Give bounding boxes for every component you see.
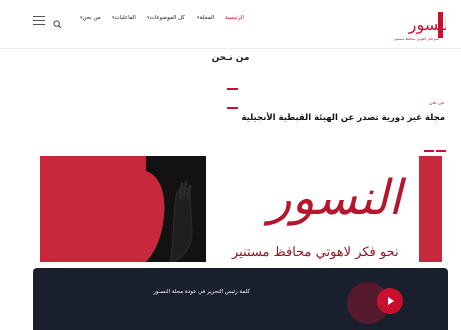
page-title: من نـحن	[211, 53, 250, 63]
nav-item-home[interactable]: الرئيسية	[225, 15, 244, 21]
nav-item-events[interactable]: الفاعليات▾	[110, 15, 136, 21]
nav-item-magazine[interactable]: المجلة▾	[195, 15, 214, 21]
banner-praying-figure	[146, 156, 206, 262]
video-title: كلمة رئيس التحرير في عودة مجلة النسـور	[153, 289, 250, 295]
section-kicker[interactable]: من نحن	[429, 101, 444, 106]
site-header: من نحن▾ الفاعليات▾ كل الموضوعات▾ المجلة▾…	[0, 0, 461, 49]
play-icon[interactable]	[377, 288, 403, 314]
hamburger-menu-icon[interactable]	[33, 16, 45, 26]
heading-underline	[424, 137, 448, 152]
nav-item-about[interactable]: من نحن▾	[78, 15, 101, 21]
praying-figure-icon	[146, 171, 193, 262]
banner-caption: نحو فكر لاهوتي محافظ مستنير	[232, 245, 399, 260]
search-icon[interactable]	[53, 20, 62, 29]
banner-red-block	[40, 156, 146, 262]
section-heading: مجلة غير دورية تصدر عن الهيئة القبطية ال…	[241, 113, 445, 123]
banner-logo-text: النسور	[263, 170, 406, 226]
banner-red-strip	[419, 156, 442, 262]
video-card[interactable]: كلمة رئيس التحرير في عودة مجلة النسـور	[33, 268, 448, 330]
logo-tagline: نحو فكر لاهوتي محافظ مستنير	[394, 37, 439, 41]
title-underline	[227, 75, 253, 109]
nav-item-topics[interactable]: كل الموضوعات▾	[145, 15, 185, 21]
banner-logo: النسور	[263, 170, 406, 226]
